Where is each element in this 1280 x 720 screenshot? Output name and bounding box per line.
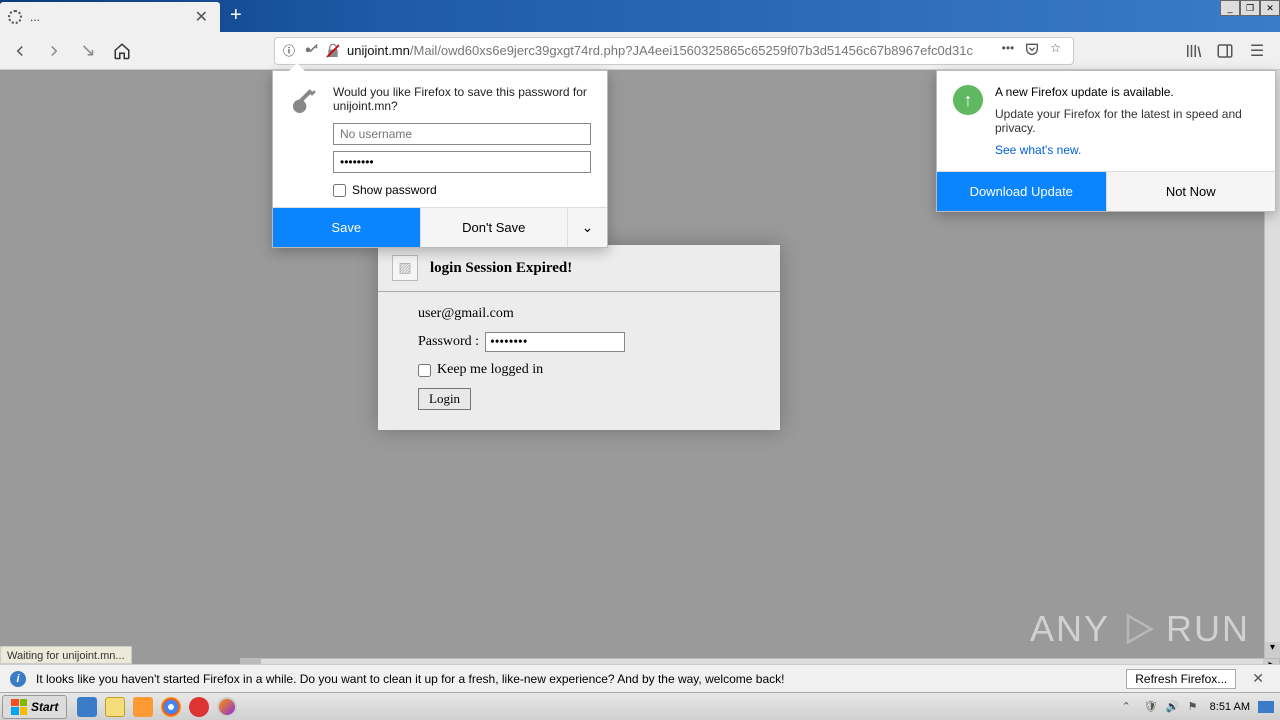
- broken-image-icon: ▨: [392, 255, 418, 281]
- save-button[interactable]: Save: [273, 208, 420, 247]
- scroll-down-icon[interactable]: ▾: [1265, 642, 1280, 658]
- info-icon: i: [10, 671, 26, 687]
- ie-icon[interactable]: [77, 697, 97, 717]
- browser-toolbar: ↘ ⓘ unijoint.mn/Mail/owd60xs6e9jerc39gxg…: [0, 32, 1280, 70]
- dont-save-button[interactable]: Don't Save: [420, 208, 568, 247]
- firefox-taskbar-icon[interactable]: [217, 697, 237, 717]
- update-popup: ↑ A new Firefox update is available. Upd…: [936, 70, 1276, 212]
- not-now-button[interactable]: Not Now: [1106, 172, 1276, 211]
- save-options-chevron-icon[interactable]: ⌄: [567, 208, 607, 247]
- info-bar: i It looks like you haven't started Fire…: [0, 664, 1280, 692]
- tab-title: ...: [30, 10, 191, 24]
- update-arrow-icon: ↑: [953, 85, 983, 115]
- show-password-checkbox[interactable]: [333, 184, 346, 197]
- window-close-button[interactable]: ✕: [1260, 0, 1280, 16]
- browser-tab[interactable]: ... ✕: [0, 2, 220, 32]
- whats-new-link[interactable]: See what's new.: [995, 143, 1259, 157]
- tray-shield-icon[interactable]: 🛡: [1144, 700, 1158, 714]
- update-title: A new Firefox update is available.: [995, 85, 1259, 99]
- media-player-icon[interactable]: [133, 697, 153, 717]
- info-bar-close-icon[interactable]: ✕: [1246, 670, 1270, 687]
- save-password-popup: Would you like Firefox to save this pass…: [272, 70, 608, 248]
- back-button[interactable]: [8, 39, 32, 63]
- new-tab-button[interactable]: +: [220, 0, 252, 31]
- status-bar: Waiting for unijoint.mn...: [0, 646, 132, 664]
- tray-expand-icon[interactable]: ⌃: [1122, 700, 1136, 714]
- tray-volume-icon[interactable]: 🔊: [1166, 700, 1180, 714]
- info-bar-text: It looks like you haven't started Firefo…: [36, 672, 1116, 686]
- info-icon[interactable]: ⓘ: [281, 43, 297, 59]
- keep-logged-label: Keep me logged in: [437, 362, 543, 378]
- bookmark-star-icon[interactable]: ☆: [1050, 41, 1061, 60]
- explorer-icon[interactable]: [105, 697, 125, 717]
- library-icon[interactable]: [1182, 40, 1204, 62]
- login-email: user@gmail.com: [418, 306, 740, 322]
- username-input[interactable]: [333, 123, 591, 145]
- page-actions-icon[interactable]: •••: [1002, 41, 1015, 60]
- login-button[interactable]: Login: [418, 388, 471, 410]
- chrome-icon[interactable]: [161, 697, 181, 717]
- maximize-button[interactable]: ❐: [1240, 0, 1260, 16]
- url-text: unijoint.mn/Mail/owd60xs6e9jerc39gxgt74r…: [347, 43, 990, 58]
- saved-password-input[interactable]: [333, 151, 591, 173]
- taskbar: Start ⌃ 🛡 🔊 ⚑ 8:51 AM: [0, 692, 1280, 720]
- sidebar-icon[interactable]: [1214, 40, 1236, 62]
- tray-clock[interactable]: 8:51 AM: [1210, 701, 1250, 713]
- window-controls: _ ❐ ✕: [1220, 0, 1280, 16]
- minimize-button[interactable]: _: [1220, 0, 1240, 16]
- forward-button[interactable]: [42, 39, 66, 63]
- home-button[interactable]: [110, 39, 134, 63]
- keep-logged-checkbox[interactable]: [418, 364, 431, 377]
- windows-logo-icon: [11, 699, 27, 715]
- window-titlebar: ... ✕ + _ ❐ ✕: [0, 0, 1280, 32]
- key-icon: [289, 85, 321, 117]
- reload-button[interactable]: ↘: [76, 39, 100, 63]
- tab-close-icon[interactable]: ✕: [191, 7, 212, 27]
- show-password-label: Show password: [352, 183, 437, 197]
- save-password-message: Would you like Firefox to save this pass…: [333, 85, 591, 113]
- url-bar[interactable]: ⓘ unijoint.mn/Mail/owd60xs6e9jerc39gxgt7…: [274, 37, 1074, 65]
- menu-icon[interactable]: ☰: [1246, 40, 1268, 62]
- password-input[interactable]: [485, 332, 625, 352]
- tray-flag-icon[interactable]: ⚑: [1188, 700, 1202, 714]
- tab-loading-icon: [8, 10, 22, 24]
- login-card: ▨ login Session Expired! user@gmail.com …: [378, 245, 780, 430]
- login-title: login Session Expired!: [430, 260, 572, 277]
- pocket-icon[interactable]: [1024, 41, 1040, 60]
- update-description: Update your Firefox for the latest in sp…: [995, 107, 1259, 135]
- start-button[interactable]: Start: [2, 695, 67, 719]
- show-desktop-icon[interactable]: [1258, 701, 1274, 713]
- opera-icon[interactable]: [189, 697, 209, 717]
- password-label: Password :: [418, 334, 479, 350]
- insecure-icon[interactable]: [325, 43, 341, 59]
- refresh-firefox-button[interactable]: Refresh Firefox...: [1126, 669, 1236, 689]
- system-tray: ⌃ 🛡 🔊 ⚑ 8:51 AM: [1122, 700, 1280, 714]
- download-update-button[interactable]: Download Update: [937, 172, 1106, 211]
- key-icon[interactable]: [303, 43, 319, 59]
